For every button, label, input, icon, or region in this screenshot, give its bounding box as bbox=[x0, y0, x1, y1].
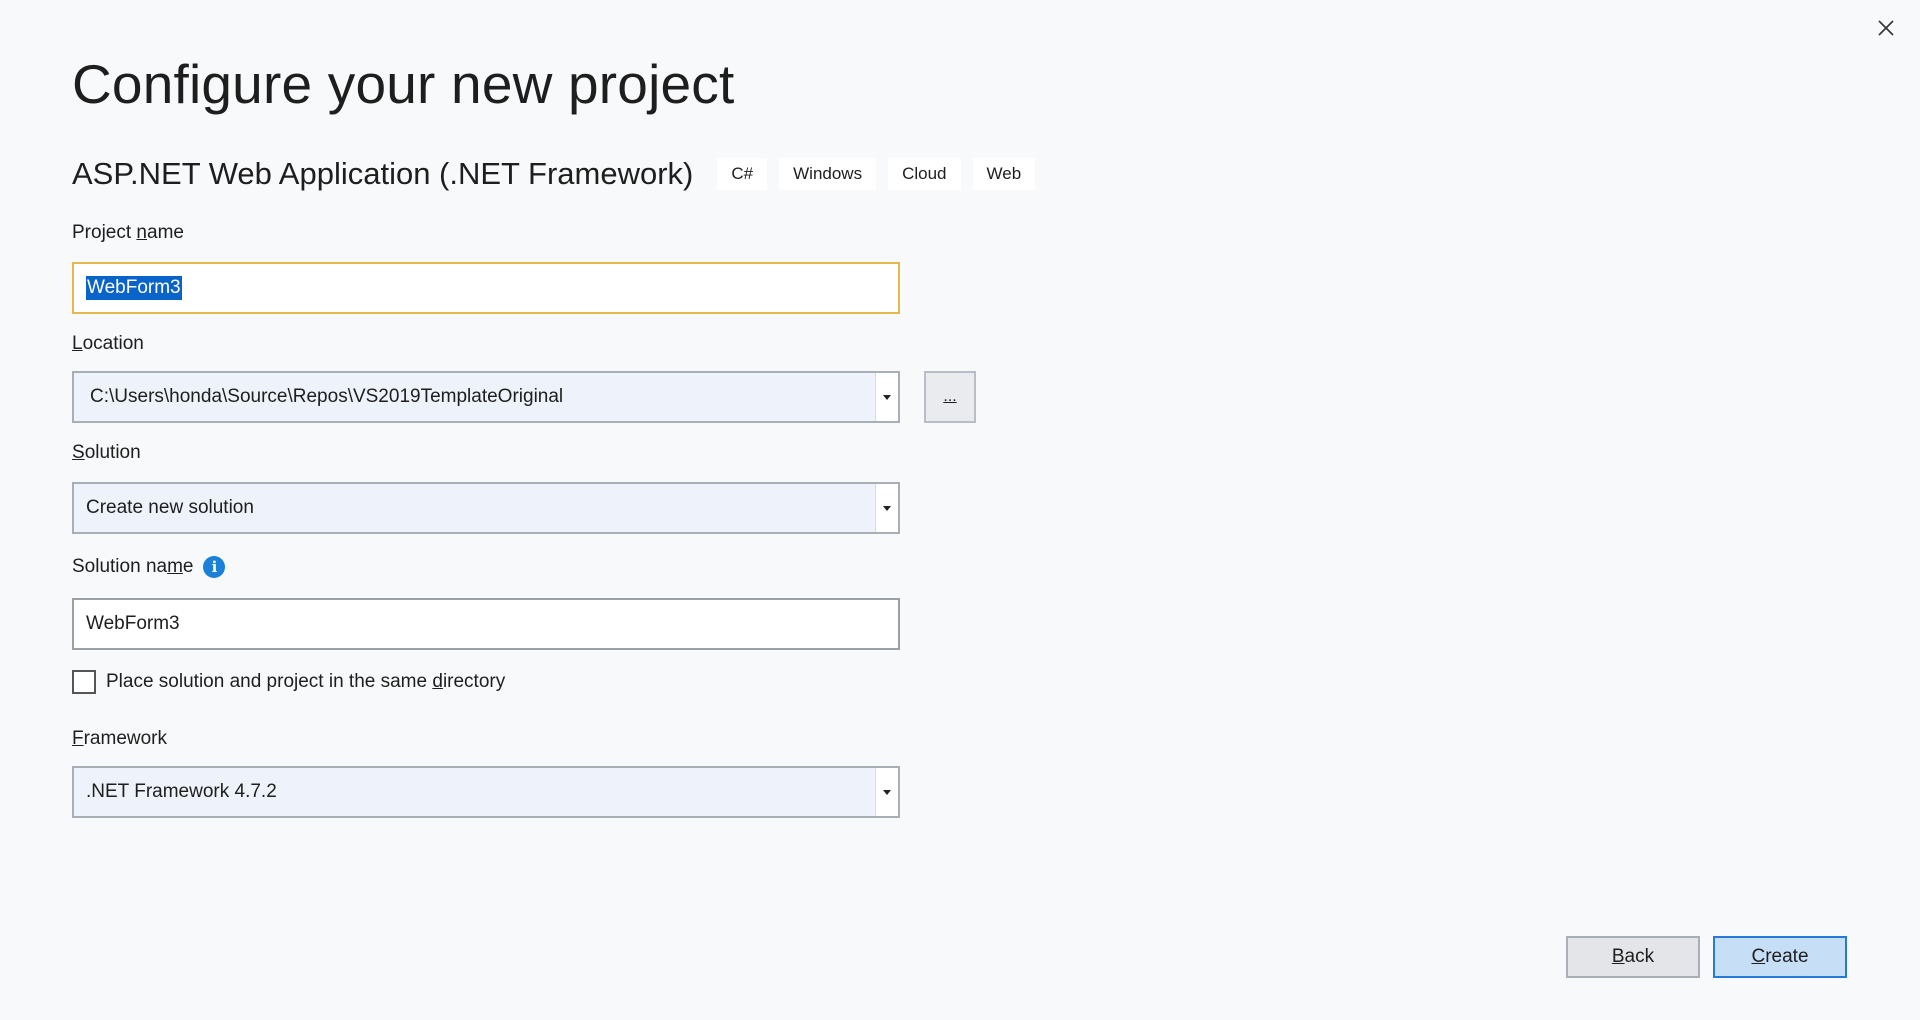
same-directory-checkbox[interactable] bbox=[72, 670, 96, 694]
configure-project-dialog: Configure your new project ASP.NET Web A… bbox=[0, 0, 1920, 1020]
tag-csharp: C# bbox=[717, 158, 768, 190]
chevron-down-icon[interactable] bbox=[875, 768, 898, 816]
close-icon bbox=[1878, 20, 1894, 36]
tag-web: Web bbox=[972, 158, 1036, 190]
tag-windows: Windows bbox=[779, 158, 877, 190]
solution-name-value: WebForm3 bbox=[86, 613, 180, 634]
same-directory-option[interactable]: Place solution and project in the same d… bbox=[72, 670, 505, 694]
solution-name-input[interactable]: WebForm3 bbox=[72, 598, 900, 650]
solution-value: Create new solution bbox=[86, 497, 254, 518]
tag-cloud: Cloud bbox=[888, 158, 961, 190]
template-name: ASP.NET Web Application (.NET Framework) bbox=[72, 156, 694, 191]
framework-label: Framework bbox=[72, 728, 168, 749]
solution-label: Solution bbox=[72, 442, 141, 463]
project-name-input[interactable]: WebForm3 bbox=[72, 262, 900, 314]
same-directory-label: Place solution and project in the same d… bbox=[106, 671, 506, 692]
framework-value: .NET Framework 4.7.2 bbox=[86, 781, 277, 802]
location-value: C:\Users\honda\Source\Repos\VS2019Templa… bbox=[90, 386, 564, 407]
close-button[interactable] bbox=[1868, 10, 1904, 46]
info-icon[interactable]: i bbox=[203, 556, 226, 578]
chevron-down-icon[interactable] bbox=[875, 373, 898, 421]
project-name-value: WebForm3 bbox=[86, 276, 182, 300]
template-header: ASP.NET Web Application (.NET Framework)… bbox=[72, 152, 1047, 196]
project-name-label: Project name bbox=[72, 222, 184, 243]
back-button[interactable]: Back bbox=[1566, 936, 1700, 978]
solution-combobox[interactable]: Create new solution bbox=[72, 482, 900, 534]
chevron-down-icon[interactable] bbox=[875, 484, 898, 532]
location-combobox[interactable]: C:\Users\honda\Source\Repos\VS2019Templa… bbox=[72, 371, 900, 423]
location-label: Location bbox=[72, 333, 144, 354]
create-button[interactable]: Create bbox=[1713, 936, 1847, 978]
framework-combobox[interactable]: .NET Framework 4.7.2 bbox=[72, 766, 900, 818]
browse-button[interactable]: ... bbox=[924, 371, 976, 423]
solution-name-label: Solution name i bbox=[72, 556, 226, 578]
page-title: Configure your new project bbox=[72, 53, 735, 115]
